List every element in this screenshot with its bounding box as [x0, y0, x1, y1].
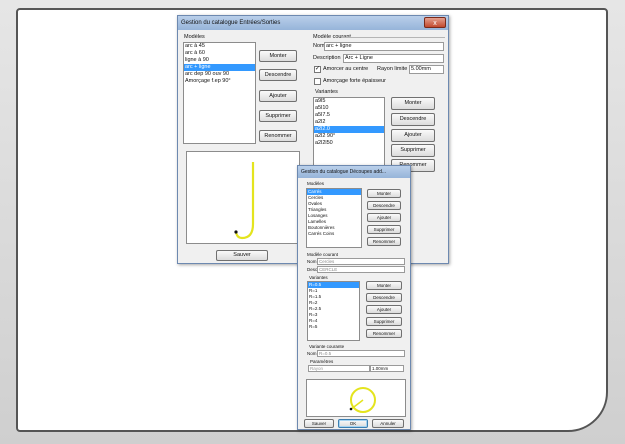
models-up-button[interactable]: Monter [367, 189, 401, 198]
variants-list[interactable]: R=0.5 R=1 R=1.5 R=2 R=2.5 R=3 R=4 R=5 [307, 281, 360, 341]
thick-start-checkbox[interactable] [314, 78, 321, 85]
list-item[interactable]: a5l10 [314, 105, 384, 112]
window-title-bar[interactable]: Gestion du catalogue Découpes add... [298, 166, 410, 178]
models-down-button[interactable]: Descendre [259, 69, 297, 81]
preview-path [234, 162, 255, 240]
models-up-button[interactable]: Monter [259, 50, 297, 62]
save-button[interactable]: Sauver [304, 419, 334, 428]
divider [343, 37, 445, 38]
variants-down-button[interactable]: Descendre [391, 113, 435, 126]
window-title: Gestion du catalogue Découpes add... [301, 169, 387, 175]
list-item[interactable]: arc à 60 [184, 50, 255, 57]
variants-up-button[interactable]: Monter [391, 97, 435, 110]
desc-field[interactable]: CERCLE [317, 266, 405, 273]
close-button[interactable]: x [424, 17, 446, 28]
list-item[interactable]: arc à 45 [184, 43, 255, 50]
list-item[interactable]: R=5 [308, 324, 359, 330]
description-label: Description [313, 55, 341, 61]
list-item[interactable]: a9l5 [314, 98, 384, 105]
model-name-field[interactable]: Cercles [317, 258, 405, 265]
models-list[interactable]: Carrés Cercles Ovales Triangles Losanges Lame… [306, 188, 362, 248]
list-item[interactable]: arc dep 90 ouv 90 [184, 71, 255, 78]
preview-canvas [186, 151, 300, 244]
list-item[interactable]: arc + ligne [184, 64, 255, 71]
preview-canvas [306, 379, 406, 417]
variant-name-label: Nom [307, 351, 317, 356]
preview-drawing [349, 387, 376, 413]
models-add-button[interactable]: Ajouter [367, 213, 401, 222]
models-rename-button[interactable]: Renommer [259, 130, 297, 142]
description-field[interactable]: Arc + Ligne [343, 54, 444, 63]
catalog-cutouts-window: Gestion du catalogue Découpes add... Mod… [297, 165, 411, 430]
param-value-cell[interactable]: 1.00mm [370, 365, 404, 372]
models-delete-button[interactable]: Supprimer [367, 225, 401, 234]
models-delete-button[interactable]: Supprimer [259, 110, 297, 122]
models-label: Modèles [307, 181, 325, 186]
desc-label: Desc [307, 267, 318, 272]
center-start-label: Amorcer au centre [323, 66, 369, 72]
variants-down-button[interactable]: Descendre [366, 293, 402, 302]
model-name-field[interactable]: arc + ligne [324, 42, 444, 51]
start-point [349, 407, 353, 411]
variants-rename-button[interactable]: Renommer [366, 329, 402, 338]
models-down-button[interactable]: Descendre [367, 201, 401, 210]
page-background: Gestion du catalogue Entrées/Sorties x M… [0, 0, 625, 444]
preview-drawing [234, 162, 255, 240]
cancel-button[interactable]: Annuler [372, 419, 404, 428]
models-add-button[interactable]: Ajouter [259, 90, 297, 102]
save-button[interactable]: Sauver [216, 250, 268, 261]
close-icon: x [433, 20, 437, 27]
list-item[interactable]: a5l7.5 [314, 112, 384, 119]
radius-limit-label: Rayon limite [377, 66, 408, 72]
models-label: Modèles [184, 34, 205, 40]
variants-delete-button[interactable]: Supprimer [391, 144, 435, 157]
param-name-cell: Rayon [308, 365, 370, 372]
list-item[interactable]: a2l2.0 [314, 126, 384, 133]
name-label: Nom [307, 259, 317, 264]
thick-start-label: Amorçage forte épaisseur [323, 78, 386, 84]
list-item[interactable]: ligne à 90 [184, 57, 255, 64]
variants-add-button[interactable]: Ajouter [366, 305, 402, 314]
variants-add-button[interactable]: Ajouter [391, 129, 435, 142]
list-item[interactable]: a2l2 90° [314, 133, 384, 140]
list-item[interactable]: Amorçage f.ep 90° [184, 78, 255, 85]
models-rename-button[interactable]: Renommer [367, 237, 401, 246]
models-list[interactable]: arc à 45 arc à 60 ligne à 90 arc + ligne arc… [183, 42, 256, 144]
variants-delete-button[interactable]: Supprimer [366, 317, 402, 326]
ok-button[interactable]: OK [338, 419, 368, 428]
variants-list[interactable]: a9l5 a5l10 a5l7.5 a2l2 a2l2.0 a2l2 90° a2l2l50 [313, 97, 385, 170]
list-item[interactable]: a2l2l50 [314, 140, 384, 147]
list-item[interactable]: a2l2 [314, 119, 384, 126]
start-point [234, 230, 238, 234]
list-item[interactable]: Carrés Coins [307, 231, 361, 237]
radius-limit-field[interactable]: 5.00mm [409, 65, 444, 74]
variants-up-button[interactable]: Monter [366, 281, 402, 290]
window-title: Gestion du catalogue Entrées/Sorties [181, 20, 281, 26]
variants-label: Variantes [315, 89, 338, 95]
center-start-checkbox[interactable]: ✓ [314, 66, 321, 73]
name-label: Nom [313, 43, 325, 49]
window-title-bar[interactable]: Gestion du catalogue Entrées/Sorties x [178, 16, 448, 30]
variant-name-field[interactable]: R=0.5 [317, 350, 405, 357]
